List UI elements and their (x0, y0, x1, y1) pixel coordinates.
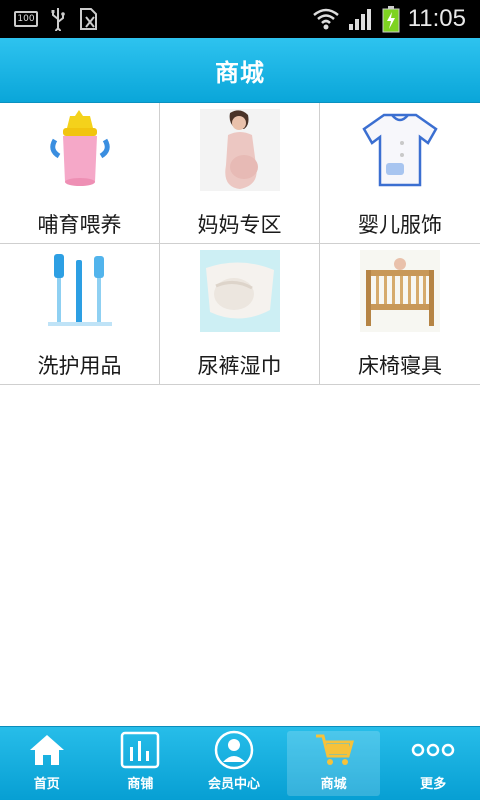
home-icon (29, 735, 64, 765)
category-label: 哺育喂养 (37, 213, 122, 237)
page-title: 商城 (215, 58, 265, 87)
sim-card-icon (80, 8, 97, 30)
category-care[interactable]: 洗护用品 (0, 244, 160, 385)
clock: 11:05 (407, 5, 466, 32)
category-grid: 哺育喂养 妈妈专区 婴儿服饰 洗护用品 尿裤湿巾 床椅寝具 (0, 103, 480, 385)
crib-image (360, 250, 440, 332)
wifi-icon (312, 8, 339, 30)
status-bar: 100 11:05 (0, 0, 480, 38)
category-mom[interactable]: 妈妈专区 (160, 103, 320, 244)
tab-shop[interactable]: 商铺 (94, 727, 188, 800)
category-label: 洗护用品 (37, 354, 122, 378)
category-label: 妈妈专区 (197, 213, 282, 237)
tab-label: 会员中心 (207, 777, 260, 792)
category-baby-clothing[interactable]: 婴儿服饰 (320, 103, 480, 244)
shop-chart-icon (121, 731, 160, 769)
category-label: 婴儿服饰 (358, 213, 442, 237)
bottom-tab-bar: 首页 商铺 会员中心 商城 更多 (0, 726, 480, 800)
category-label: 床椅寝具 (358, 354, 442, 378)
battery-charging-icon (382, 6, 400, 33)
category-feeding[interactable]: 哺育喂养 (0, 103, 160, 244)
battery-level-text: 100 (17, 14, 35, 24)
category-bedding[interactable]: 床椅寝具 (320, 244, 480, 385)
tab-label: 更多 (420, 777, 447, 792)
more-dots-icon (411, 743, 455, 757)
tab-label: 首页 (33, 777, 60, 792)
usb-icon (51, 8, 65, 31)
baby-shirt-image (360, 109, 440, 191)
tab-label: 商铺 (127, 777, 154, 792)
member-icon (214, 730, 254, 770)
maternity-wear-image (199, 109, 280, 191)
app-header: 商城 (0, 38, 480, 103)
diaper-image (199, 250, 280, 332)
category-diapers[interactable]: 尿裤湿巾 (160, 244, 320, 385)
bottle-brush-image (39, 250, 120, 332)
tab-member-center[interactable]: 会员中心 (187, 727, 281, 800)
signal-icon (348, 9, 371, 30)
cart-icon (315, 734, 354, 765)
battery-level-icon: 100 (14, 11, 38, 27)
tab-more[interactable]: 更多 (386, 727, 480, 800)
sippy-cup-image (40, 109, 120, 191)
category-label: 尿裤湿巾 (197, 354, 282, 378)
tab-mall[interactable]: 商城 (286, 731, 381, 796)
tab-home[interactable]: 首页 (0, 727, 94, 800)
tab-label: 商城 (320, 777, 347, 792)
